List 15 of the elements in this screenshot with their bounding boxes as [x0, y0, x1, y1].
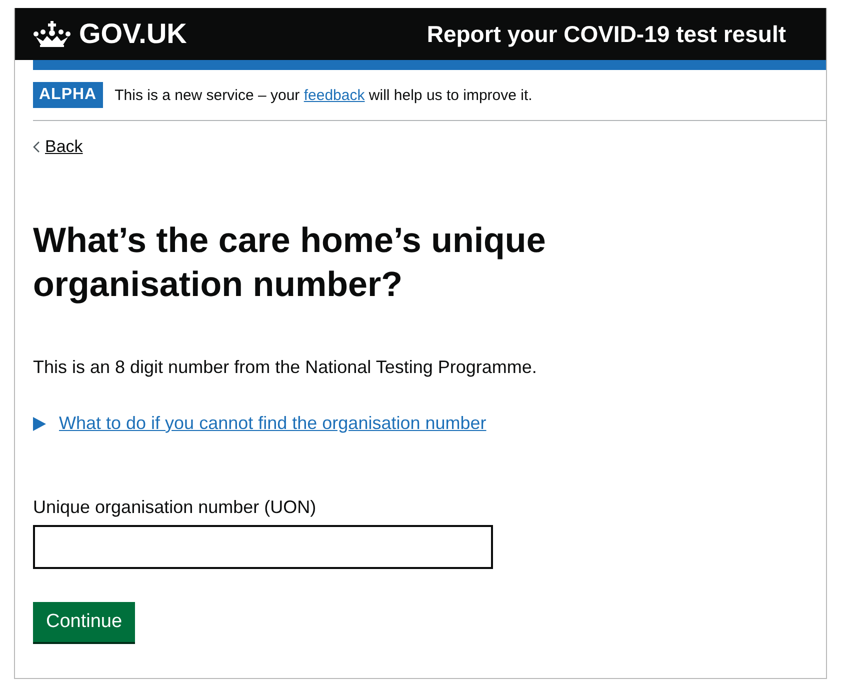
continue-button[interactable]: Continue [33, 602, 136, 642]
hint-text: This is an 8 digit number from the National Testing Programme. [33, 357, 537, 378]
logo-text[interactable]: GOV.UK [79, 18, 187, 50]
service-name[interactable]: Report your COVID-19 test result [426, 20, 786, 48]
feedback-link[interactable]: feedback [304, 86, 365, 104]
triangle-icon [33, 416, 46, 430]
chevron-icon [33, 141, 40, 153]
banner-text: This is a new service – your feedback will help us to improve it. [114, 86, 532, 104]
back-link[interactable]: Back [33, 137, 83, 157]
phase-tag: ALPHA [33, 82, 103, 108]
crown-icon [33, 21, 71, 47]
field-label: Unique organisation number (UON) [33, 497, 316, 518]
details-summary[interactable]: What to do if you cannot find the organisation number [33, 413, 486, 434]
input-field[interactable] [33, 525, 493, 569]
page-heading: What’s the care home’s unique organisation number? [33, 220, 547, 306]
